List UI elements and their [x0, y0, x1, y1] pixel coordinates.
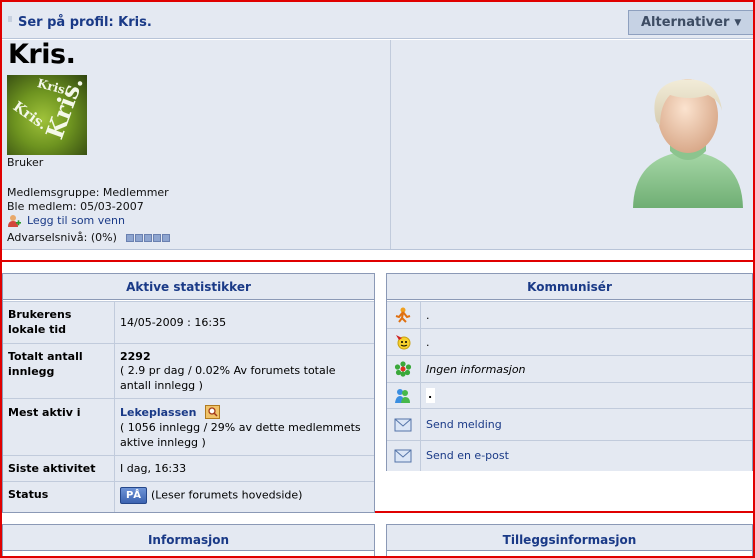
red-frame — [0, 0, 755, 558]
